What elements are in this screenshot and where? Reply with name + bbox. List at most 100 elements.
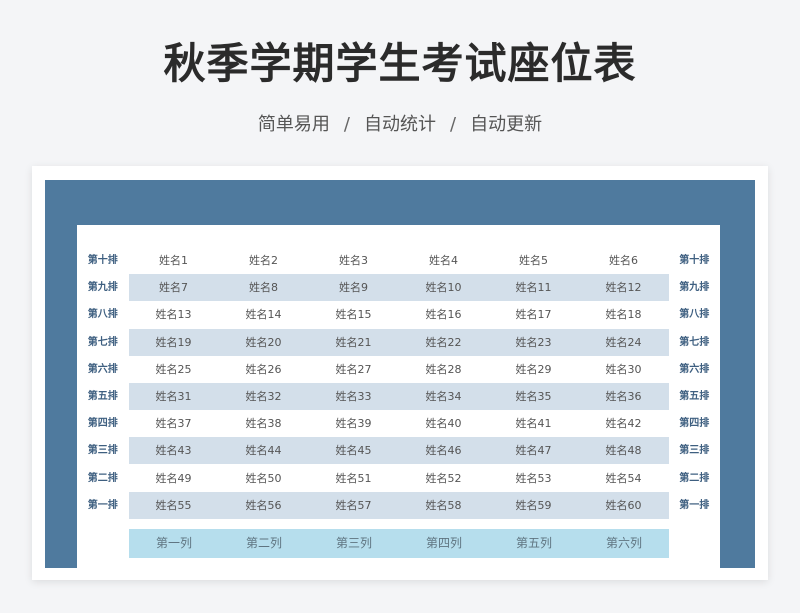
page-title: 秋季学期学生考试座位表 bbox=[163, 39, 637, 88]
column-label: 第三列 bbox=[335, 536, 372, 550]
seat-row-cells: 姓名43 姓名44 姓名45 姓名46 姓名47 姓名48 bbox=[128, 437, 669, 465]
seat-cell[interactable]: 姓名12 bbox=[579, 274, 669, 301]
seat-cell[interactable]: 姓名51 bbox=[309, 465, 399, 492]
seat-row: 第二排 姓名49 姓名50 姓名51 姓名52 姓名53 姓名54 第二排 bbox=[77, 465, 720, 492]
seat-cell[interactable]: 姓名50 bbox=[219, 465, 309, 492]
seat-cell[interactable]: 姓名27 bbox=[309, 356, 399, 383]
seat-cell[interactable]: 姓名48 bbox=[579, 437, 669, 464]
row-label-left: 第七排 bbox=[87, 336, 118, 348]
seat-cell[interactable]: 姓名58 bbox=[399, 492, 489, 519]
seat-row: 第十排 姓名1 姓名2 姓名3 姓名4 姓名5 姓名6 第十排 bbox=[77, 247, 720, 274]
seat-row-cells: 姓名19 姓名20 姓名21 姓名22 姓名23 姓名24 bbox=[128, 328, 669, 356]
seat-cell[interactable]: 姓名4 bbox=[399, 247, 489, 274]
seat-cell[interactable]: 姓名57 bbox=[309, 492, 399, 519]
row-label-left: 第八排 bbox=[87, 309, 118, 321]
seat-cell[interactable]: 姓名24 bbox=[579, 329, 669, 356]
seat-cell[interactable]: 姓名36 bbox=[579, 383, 669, 410]
seat-cell[interactable]: 姓名7 bbox=[129, 274, 219, 301]
seat-cell[interactable]: 姓名54 bbox=[579, 465, 669, 492]
seat-row: 第六排 姓名25 姓名26 姓名27 姓名28 姓名29 姓名30 第六排 bbox=[77, 356, 720, 383]
seat-cell[interactable]: 姓名45 bbox=[309, 437, 399, 464]
seat-cell[interactable]: 姓名42 bbox=[579, 410, 669, 437]
row-label-left: 第二排 bbox=[87, 472, 118, 484]
seat-cell[interactable]: 姓名52 bbox=[399, 465, 489, 492]
seat-cell[interactable]: 姓名33 bbox=[309, 383, 399, 410]
column-label: 第一列 bbox=[155, 536, 192, 550]
seat-row-cells: 姓名13 姓名14 姓名15 姓名16 姓名17 姓名18 bbox=[129, 301, 669, 328]
seat-cell[interactable]: 姓名26 bbox=[219, 356, 309, 383]
seat-cell[interactable]: 姓名14 bbox=[219, 301, 309, 328]
seat-cell[interactable]: 姓名3 bbox=[309, 247, 399, 274]
row-label-left: 第三排 bbox=[87, 445, 118, 457]
seat-cell[interactable]: 姓名22 bbox=[399, 329, 489, 356]
row-label-left: 第十排 bbox=[87, 255, 118, 267]
column-label: 第六列 bbox=[605, 536, 642, 550]
seat-cell[interactable]: 姓名37 bbox=[129, 410, 219, 437]
row-label-left: 第四排 bbox=[87, 418, 118, 430]
seat-cell[interactable]: 姓名20 bbox=[219, 329, 309, 356]
seat-cell[interactable]: 姓名44 bbox=[219, 437, 309, 464]
row-label-left: 第六排 bbox=[87, 363, 118, 375]
seat-cell[interactable]: 姓名17 bbox=[489, 301, 579, 328]
seat-cell[interactable]: 姓名2 bbox=[219, 247, 309, 274]
seat-cell[interactable]: 姓名19 bbox=[129, 329, 219, 356]
seat-cell[interactable]: 姓名18 bbox=[579, 301, 669, 328]
row-label-right: 第十排 bbox=[679, 255, 710, 267]
seat-row: 第七排 姓名19 姓名20 姓名21 姓名22 姓名23 姓名24 第七排 bbox=[77, 328, 720, 356]
seat-cell[interactable]: 姓名32 bbox=[219, 383, 309, 410]
row-label-left: 第九排 bbox=[87, 282, 118, 294]
row-label-right: 第五排 bbox=[679, 391, 710, 403]
row-label-right: 第九排 bbox=[679, 282, 710, 294]
seat-cell[interactable]: 姓名13 bbox=[129, 301, 219, 328]
seat-row: 第八排 姓名13 姓名14 姓名15 姓名16 姓名17 姓名18 第八排 bbox=[77, 301, 720, 328]
seating-grid: 第十排 姓名1 姓名2 姓名3 姓名4 姓名5 姓名6 第十排 第九排 姓名7 姓名8 姓名9 姓名10… bbox=[77, 247, 720, 519]
seat-cell[interactable]: 姓名56 bbox=[219, 492, 309, 519]
seat-cell[interactable]: 姓名46 bbox=[399, 437, 489, 464]
seat-row-cells: 姓名37 姓名38 姓名39 姓名40 姓名41 姓名42 bbox=[129, 410, 669, 437]
seat-cell[interactable]: 姓名10 bbox=[399, 274, 489, 301]
seat-cell[interactable]: 姓名35 bbox=[489, 383, 579, 410]
row-label-right: 第三排 bbox=[679, 445, 710, 457]
seat-cell[interactable]: 姓名55 bbox=[129, 492, 219, 519]
seat-cell[interactable]: 姓名39 bbox=[309, 410, 399, 437]
seat-cell[interactable]: 姓名28 bbox=[399, 356, 489, 383]
seat-row-cells: 姓名55 姓名56 姓名57 姓名58 姓名59 姓名60 bbox=[128, 491, 669, 519]
seat-cell[interactable]: 姓名40 bbox=[399, 410, 489, 437]
seat-cell[interactable]: 姓名9 bbox=[309, 274, 399, 301]
seat-row: 第三排 姓名43 姓名44 姓名45 姓名46 姓名47 姓名48 第三排 bbox=[77, 437, 720, 465]
seat-cell[interactable]: 姓名6 bbox=[579, 247, 669, 274]
subtitle-item-update: 自动更新 bbox=[470, 114, 543, 135]
seat-cell[interactable]: 姓名49 bbox=[129, 465, 219, 492]
seat-cell[interactable]: 姓名15 bbox=[309, 301, 399, 328]
seat-row-cells: 姓名49 姓名50 姓名51 姓名52 姓名53 姓名54 bbox=[129, 465, 669, 492]
seat-cell[interactable]: 姓名43 bbox=[129, 437, 219, 464]
seating-sheet: 第十排 姓名1 姓名2 姓名3 姓名4 姓名5 姓名6 第十排 第九排 姓名7 姓名8 姓名9 姓名10… bbox=[77, 225, 720, 568]
seat-cell[interactable]: 姓名38 bbox=[219, 410, 309, 437]
seat-cell[interactable]: 姓名25 bbox=[129, 356, 219, 383]
seat-row-cells: 姓名7 姓名8 姓名9 姓名10 姓名11 姓名12 bbox=[128, 274, 669, 302]
seat-cell[interactable]: 姓名1 bbox=[129, 247, 219, 274]
column-label-bar: 第一列 第二列 第三列 第四列 第五列 第六列 bbox=[129, 529, 669, 558]
seat-cell[interactable]: 姓名8 bbox=[219, 274, 309, 301]
seat-cell[interactable]: 姓名21 bbox=[309, 329, 399, 356]
subtitle-separator: / bbox=[450, 114, 457, 135]
seat-cell[interactable]: 姓名30 bbox=[579, 356, 669, 383]
seat-cell[interactable]: 姓名53 bbox=[489, 465, 579, 492]
seat-cell[interactable]: 姓名34 bbox=[399, 383, 489, 410]
row-label-right: 第六排 bbox=[679, 363, 710, 375]
seat-cell[interactable]: 姓名5 bbox=[489, 247, 579, 274]
row-label-right: 第八排 bbox=[679, 309, 710, 321]
seat-cell[interactable]: 姓名41 bbox=[489, 410, 579, 437]
seat-cell[interactable]: 姓名16 bbox=[399, 301, 489, 328]
seat-cell[interactable]: 姓名31 bbox=[129, 383, 219, 410]
row-label-right: 第二排 bbox=[679, 472, 710, 484]
seat-cell[interactable]: 姓名29 bbox=[489, 356, 579, 383]
seat-cell[interactable]: 姓名60 bbox=[579, 492, 669, 519]
seat-cell[interactable]: 姓名59 bbox=[489, 492, 579, 519]
subtitle-item-stats: 自动统计 bbox=[364, 114, 436, 135]
row-label-right: 第四排 bbox=[679, 418, 710, 430]
seat-cell[interactable]: 姓名11 bbox=[489, 274, 579, 301]
seat-cell[interactable]: 姓名23 bbox=[489, 329, 579, 356]
subtitle-item-easy: 简单易用 bbox=[257, 114, 330, 135]
seat-cell[interactable]: 姓名47 bbox=[489, 437, 579, 464]
